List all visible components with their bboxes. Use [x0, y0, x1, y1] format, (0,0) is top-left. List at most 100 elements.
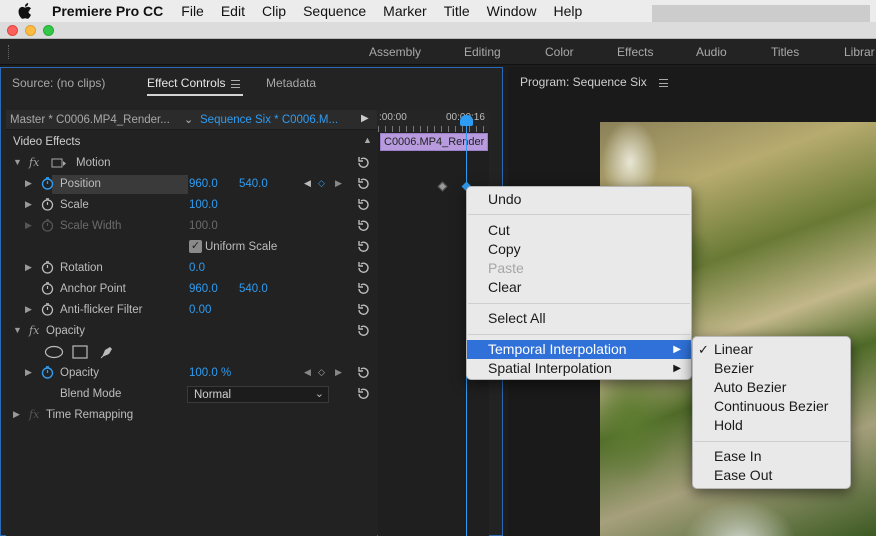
menu-sequence[interactable]: Sequence — [303, 3, 366, 19]
reset-icon[interactable] — [357, 156, 370, 169]
menu-item-temporal-interpolation[interactable]: Temporal Interpolation ▶ — [467, 340, 691, 359]
workspace-assembly[interactable]: Assembly — [369, 45, 421, 59]
menu-item-clear[interactable]: Clear — [467, 278, 691, 297]
reset-icon[interactable] — [357, 366, 370, 379]
next-keyframe-icon[interactable]: ▶ — [335, 367, 342, 378]
menu-title[interactable]: Title — [444, 3, 470, 19]
blend-mode-select[interactable]: Normal ⌄ — [187, 386, 329, 403]
fx-icon[interactable]: fx — [29, 324, 39, 337]
stopwatch-active-icon[interactable] — [41, 366, 54, 379]
expand-position-icon[interactable]: ▶ — [25, 178, 32, 189]
menu-clip[interactable]: Clip — [262, 3, 286, 19]
menu-window[interactable]: Window — [487, 3, 537, 19]
submenu-item-continuous-bezier[interactable]: Continuous Bezier — [693, 397, 850, 416]
submenu-item-bezier[interactable]: Bezier — [693, 359, 850, 378]
add-keyframe-icon[interactable]: ◇ — [318, 367, 325, 378]
antiflicker-row[interactable]: ▶ Anti-flicker Filter 0.00 — [6, 300, 377, 321]
master-clip-label[interactable]: Master * C0006.MP4_Render... — [10, 114, 170, 126]
panel-menu-icon[interactable] — [231, 79, 241, 88]
reset-icon[interactable] — [357, 219, 370, 232]
tab-effect-controls[interactable]: Effect Controls — [147, 76, 241, 90]
menu-file[interactable]: File — [181, 3, 204, 19]
motion-effect-row[interactable]: ▼ fx Motion — [6, 153, 377, 174]
anchor-x-value[interactable]: 960.0 — [189, 283, 218, 295]
submenu-item-ease-in[interactable]: Ease In — [693, 447, 850, 466]
anchor-y-value[interactable]: 540.0 — [239, 283, 268, 295]
minimize-window-button[interactable] — [25, 25, 36, 36]
motion-transform-icon[interactable] — [51, 157, 67, 170]
reset-icon[interactable] — [357, 387, 370, 400]
position-x-value[interactable]: 960.0 — [189, 178, 218, 190]
pen-mask-icon[interactable] — [99, 344, 115, 360]
workspace-effects[interactable]: Effects — [617, 45, 653, 59]
ellipse-mask-icon[interactable] — [44, 345, 64, 359]
prev-keyframe-icon[interactable]: ◀ — [304, 367, 311, 378]
add-keyframe-icon[interactable]: ◇ — [318, 178, 325, 189]
reset-icon[interactable] — [357, 261, 370, 274]
menu-item-spatial-interpolation[interactable]: Spatial Interpolation ▶ — [467, 359, 691, 378]
menu-item-undo[interactable]: Undo — [467, 190, 691, 209]
antiflicker-value[interactable]: 0.00 — [189, 304, 211, 316]
expand-scale-icon[interactable]: ▶ — [25, 199, 32, 210]
app-name[interactable]: Premiere Pro CC — [52, 3, 163, 19]
menu-edit[interactable]: Edit — [221, 3, 245, 19]
menu-marker[interactable]: Marker — [383, 3, 427, 19]
reset-icon[interactable] — [357, 198, 370, 211]
reset-icon[interactable] — [357, 177, 370, 190]
expand-time-remapping-icon[interactable]: ▶ — [13, 409, 20, 420]
opacity-effect-row[interactable]: ▼ fx Opacity — [6, 321, 377, 342]
position-row[interactable]: ▶ Position 960.0 540.0 ◀ ◇ ▶ — [6, 174, 377, 195]
workspace-editing[interactable]: Editing — [464, 45, 501, 59]
opacity-row[interactable]: ▶ Opacity 100.0 % ◀ ◇ ▶ — [6, 363, 377, 384]
next-keyframe-icon[interactable]: ▶ — [335, 178, 342, 189]
submenu-item-ease-out[interactable]: Ease Out — [693, 466, 850, 485]
menu-help[interactable]: Help — [553, 3, 582, 19]
workspace-libraries[interactable]: Librar — [844, 45, 875, 59]
uniform-scale-checkbox[interactable]: ✓ — [189, 240, 202, 253]
expand-antiflicker-icon[interactable]: ▶ — [25, 304, 32, 315]
keyframe-diamond[interactable] — [437, 181, 448, 192]
rotation-value[interactable]: 0.0 — [189, 262, 205, 274]
chevron-down-icon[interactable]: ⌄ — [184, 113, 193, 126]
menu-item-copy[interactable]: Copy — [467, 240, 691, 259]
submenu-item-auto-bezier[interactable]: Auto Bezier — [693, 378, 850, 397]
menu-item-select-all[interactable]: Select All — [467, 309, 691, 328]
expand-motion-icon[interactable]: ▼ — [13, 157, 22, 167]
stopwatch-icon[interactable] — [41, 303, 54, 316]
reset-icon[interactable] — [357, 303, 370, 316]
reset-icon[interactable] — [357, 324, 370, 337]
grip-handle[interactable] — [8, 45, 11, 59]
scale-row[interactable]: ▶ Scale 100.0 — [6, 195, 377, 216]
apple-icon[interactable] — [18, 3, 36, 19]
fx-icon[interactable]: fx — [29, 156, 39, 169]
expand-opacity-value-icon[interactable]: ▶ — [25, 367, 32, 378]
collapse-up-icon[interactable]: ▲ — [363, 135, 372, 145]
workspace-titles[interactable]: Titles — [771, 45, 799, 59]
workspace-color[interactable]: Color — [545, 45, 574, 59]
stopwatch-icon[interactable] — [41, 282, 54, 295]
panel-menu-icon[interactable] — [658, 78, 668, 87]
anchor-point-row[interactable]: Anchor Point 960.0 540.0 — [6, 279, 377, 300]
scale-value[interactable]: 100.0 — [189, 199, 218, 211]
expand-opacity-icon[interactable]: ▼ — [13, 325, 22, 335]
prev-keyframe-icon[interactable]: ◀ — [304, 178, 311, 189]
submenu-item-linear[interactable]: ✓ Linear — [693, 340, 850, 359]
menu-item-cut[interactable]: Cut — [467, 221, 691, 240]
rotation-row[interactable]: ▶ Rotation 0.0 — [6, 258, 377, 279]
stopwatch-active-icon[interactable] — [41, 177, 54, 190]
tab-source[interactable]: Source: (no clips) — [12, 76, 105, 90]
rectangle-mask-icon[interactable] — [72, 345, 88, 359]
expand-rotation-icon[interactable]: ▶ — [25, 262, 32, 273]
workspace-audio[interactable]: Audio — [696, 45, 727, 59]
time-remapping-row[interactable]: ▶ fx Time Remapping — [6, 405, 377, 426]
stopwatch-icon[interactable] — [41, 198, 54, 211]
timeline-clip[interactable]: C0006.MP4_Render — [380, 133, 488, 151]
sequence-clip-label[interactable]: Sequence Six * C0006.M... — [200, 114, 338, 126]
reset-icon[interactable] — [357, 240, 370, 253]
submenu-item-hold[interactable]: Hold — [693, 416, 850, 435]
stopwatch-icon[interactable] — [41, 261, 54, 274]
reset-icon[interactable] — [357, 282, 370, 295]
tab-metadata[interactable]: Metadata — [266, 76, 316, 90]
close-window-button[interactable] — [7, 25, 18, 36]
opacity-value[interactable]: 100.0 % — [189, 367, 231, 379]
